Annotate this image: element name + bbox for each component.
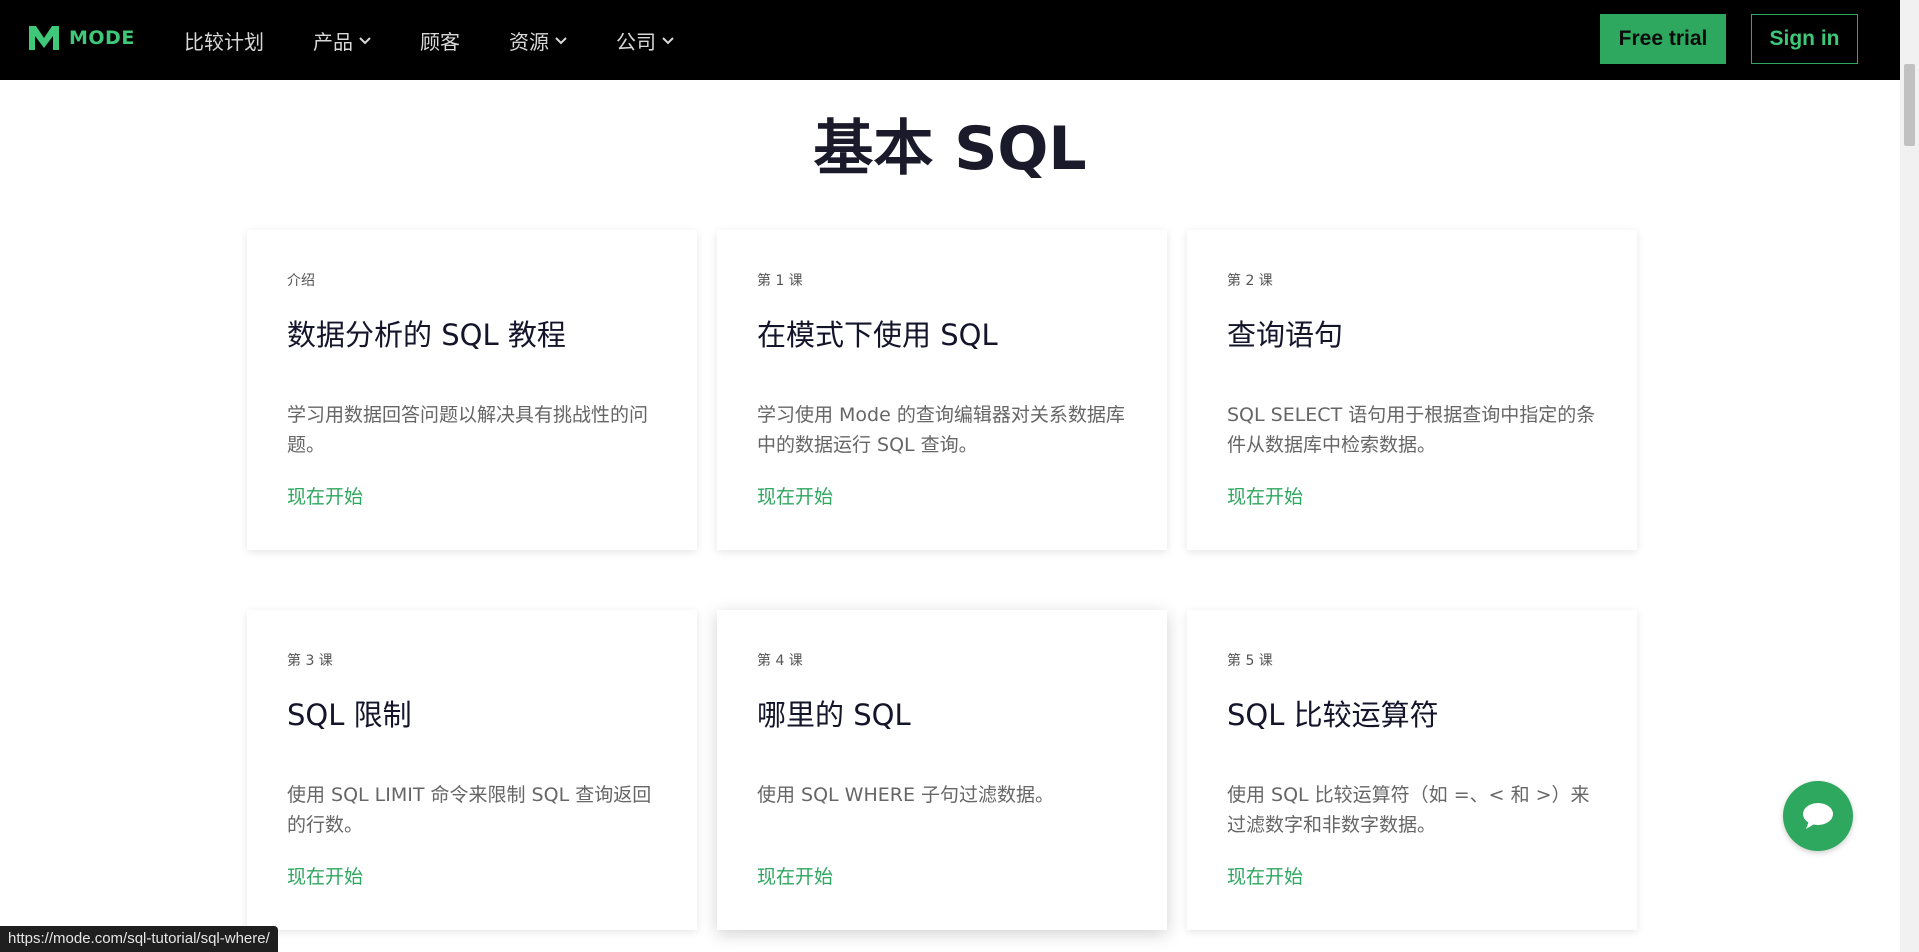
lesson-card[interactable]: 第 4 课 哪里的 SQL 使用 SQL WHERE 子句过滤数据。 现在开始	[717, 610, 1167, 930]
lesson-description: 学习用数据回答问题以解决具有挑战性的问题。	[287, 404, 649, 456]
chevron-down-icon	[662, 37, 674, 45]
nav-item-customers[interactable]: 顾客	[420, 26, 460, 55]
lesson-tag: 第 4 课	[757, 653, 803, 669]
lesson-title: SQL 限制	[287, 698, 412, 732]
free-trial-button[interactable]: Free trial	[1600, 14, 1726, 64]
nav-item-label: 顾客	[420, 29, 460, 54]
status-bar-url: https://mode.com/sql-tutorial/sql-where/	[0, 926, 278, 952]
top-navigation: MODE 比较计划 产品 顾客 资源 公司 Free trial Sign in	[0, 0, 1900, 80]
logo-text: MODE	[69, 27, 135, 49]
chevron-down-icon	[555, 37, 567, 45]
lesson-tag: 第 3 课	[287, 653, 333, 669]
nav-item-label: 产品	[313, 29, 353, 54]
chevron-down-icon	[359, 37, 371, 45]
lesson-title: 数据分析的 SQL 教程	[287, 318, 566, 352]
lesson-description: 使用 SQL 比较运算符（如 =、< 和 >）来过滤数字和非数字数据。	[1227, 784, 1590, 836]
page-title: 基本 SQL	[813, 114, 1087, 184]
lesson-title: SQL 比较运算符	[1227, 698, 1439, 732]
lesson-description: 使用 SQL LIMIT 命令来限制 SQL 查询返回的行数。	[287, 784, 652, 836]
chat-button[interactable]	[1783, 781, 1853, 851]
start-now-link[interactable]: 现在开始	[1227, 482, 1303, 509]
start-now-link[interactable]: 现在开始	[287, 862, 363, 889]
lesson-card[interactable]: 第 2 课 查询语句 SQL SELECT 语句用于根据查询中指定的条件从数据库…	[1187, 230, 1637, 550]
scrollbar-thumb[interactable]	[1904, 64, 1915, 146]
nav-item-company[interactable]: 公司	[616, 26, 674, 55]
start-now-link[interactable]: 现在开始	[287, 482, 363, 509]
nav-item-label: 比较计划	[184, 29, 264, 54]
lesson-card[interactable]: 第 3 课 SQL 限制 使用 SQL LIMIT 命令来限制 SQL 查询返回…	[247, 610, 697, 930]
lesson-tag: 第 1 课	[757, 273, 803, 289]
lesson-description: SQL SELECT 语句用于根据查询中指定的条件从数据库中检索数据。	[1227, 404, 1596, 456]
lesson-title: 在模式下使用 SQL	[757, 318, 998, 352]
nav-links: 比较计划 产品 顾客 资源 公司	[184, 0, 723, 80]
lesson-card[interactable]: 介绍 数据分析的 SQL 教程 学习用数据回答问题以解决具有挑战性的问题。 现在…	[247, 230, 697, 550]
lesson-title: 哪里的 SQL	[757, 698, 911, 732]
chat-bubble-icon	[1803, 803, 1833, 829]
nav-item-compare-plans[interactable]: 比较计划	[184, 26, 264, 55]
lesson-title: 查询语句	[1227, 318, 1344, 352]
lesson-description: 学习使用 Mode 的查询编辑器对关系数据库中的数据运行 SQL 查询。	[757, 404, 1125, 456]
lesson-card[interactable]: 第 1 课 在模式下使用 SQL 学习使用 Mode 的查询编辑器对关系数据库中…	[717, 230, 1167, 550]
lesson-description: 使用 SQL WHERE 子句过滤数据。	[757, 784, 1055, 806]
lesson-tag: 介绍	[287, 273, 315, 289]
nav-item-product[interactable]: 产品	[313, 26, 371, 55]
mode-logo[interactable]: MODE	[27, 24, 135, 52]
start-now-link[interactable]: 现在开始	[757, 482, 833, 509]
mode-logo-icon	[29, 26, 59, 50]
start-now-link[interactable]: 现在开始	[757, 862, 833, 889]
nav-item-label: 公司	[616, 29, 656, 54]
vertical-scrollbar[interactable]	[1900, 0, 1919, 952]
sign-in-button[interactable]: Sign in	[1751, 14, 1858, 64]
lesson-tag: 第 5 课	[1227, 653, 1273, 669]
start-now-link[interactable]: 现在开始	[1227, 862, 1303, 889]
lesson-tag: 第 2 课	[1227, 273, 1273, 289]
nav-item-resources[interactable]: 资源	[509, 26, 567, 55]
nav-item-label: 资源	[509, 29, 549, 54]
lesson-card[interactable]: 第 5 课 SQL 比较运算符 使用 SQL 比较运算符（如 =、< 和 >）来…	[1187, 610, 1637, 930]
